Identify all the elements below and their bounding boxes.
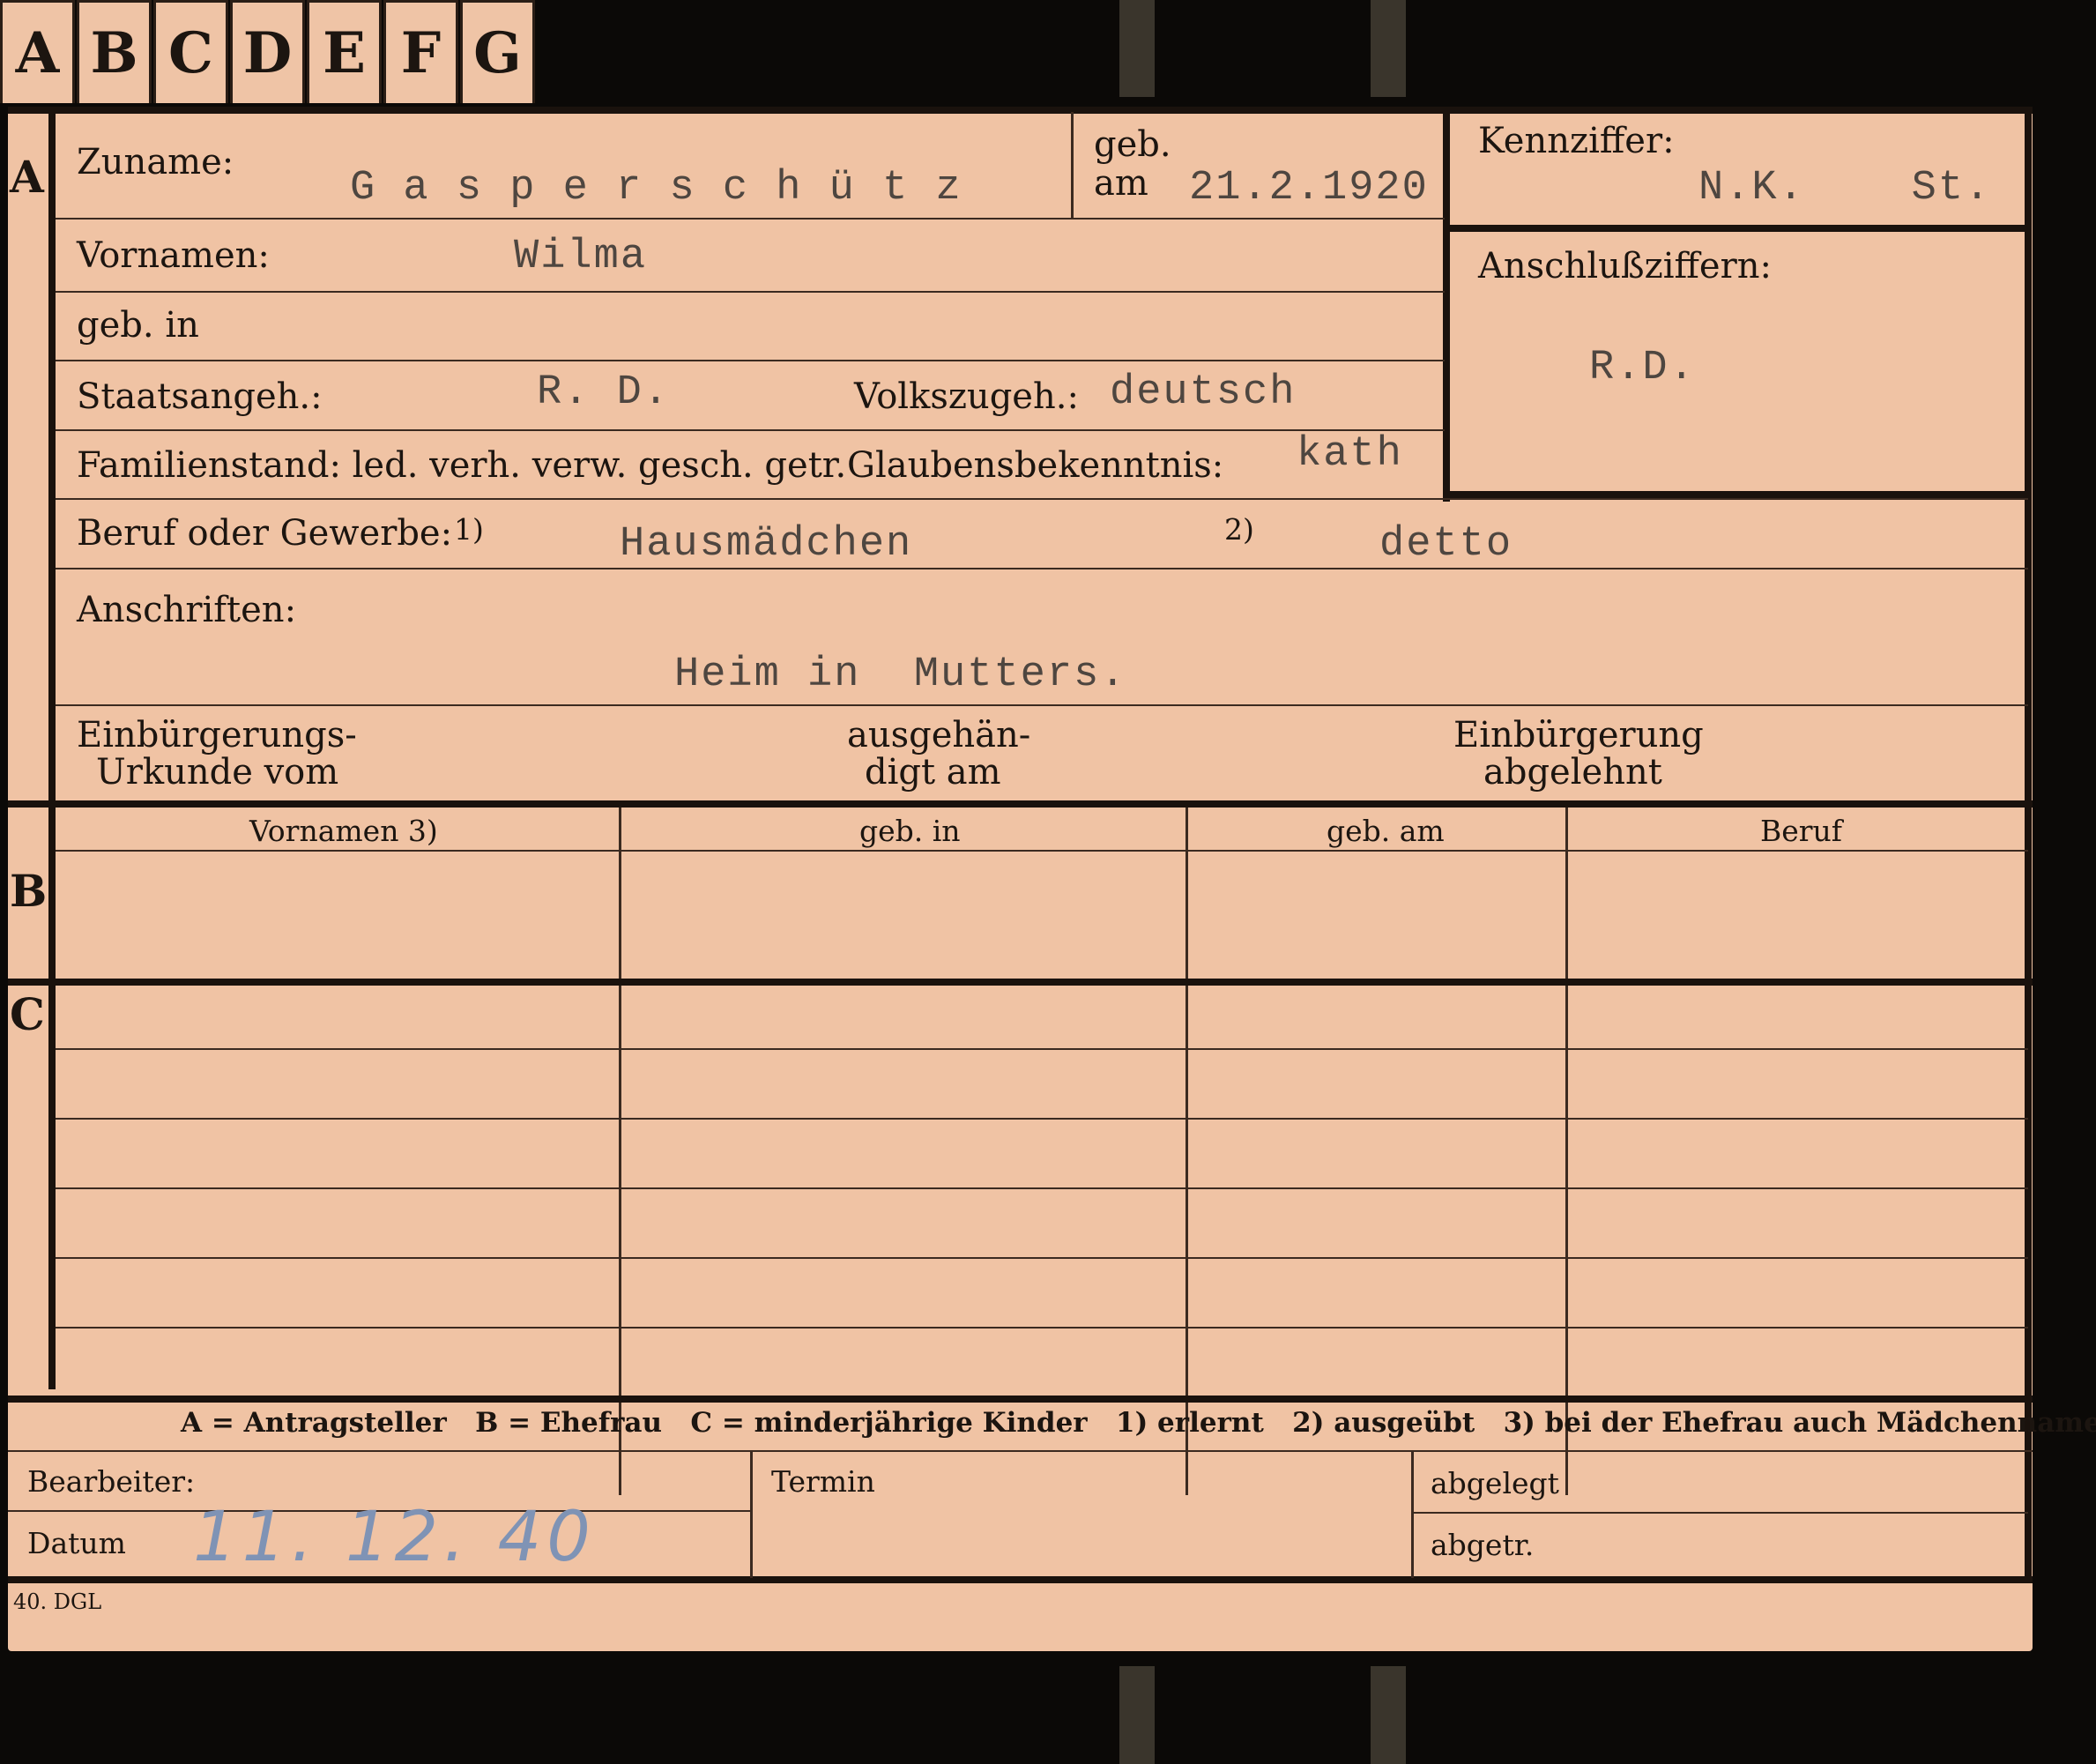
beruf-value-2: detto [1379, 521, 1513, 568]
binder-clip-bottom-2 [1371, 1666, 1406, 1764]
col-header-vornamen: Vornamen 3) [249, 814, 438, 848]
row-line-3 [56, 360, 1445, 361]
left-section-divider [48, 107, 56, 1389]
print-code: 40. DGL [13, 1589, 102, 1614]
kennziffer-bottom [1443, 225, 2028, 232]
section-b-top [8, 800, 2033, 808]
binder-clip-bottom [1119, 1666, 1155, 1764]
zuname-label: Zuname: [77, 142, 234, 182]
tab-d[interactable]: D [230, 0, 305, 103]
row-line-1 [56, 218, 1445, 220]
staatsangehoerigkeit-label: Staatsangeh.: [77, 376, 323, 417]
binder-clip-top [1119, 0, 1155, 97]
kennziffer-divider [1443, 112, 1450, 502]
footer-row-line-right [1411, 1512, 2028, 1514]
tab-f[interactable]: F [383, 0, 458, 103]
anschluss-bottom [1443, 491, 2028, 498]
tab-a[interactable]: A [0, 0, 75, 103]
vornamen-label: Vornamen: [77, 235, 270, 276]
row-line-6 [56, 568, 2028, 569]
ausgehaendigt-label-1: ausgehän- [847, 715, 1031, 755]
familienstand-label: Familienstand: led. verh. verw. gesch. g… [77, 445, 847, 486]
glaubensbekenntnis-label: Glaubensbekenntnis: [847, 445, 1224, 486]
einbuergerung-abgelehnt-label-2: abgelehnt [1483, 752, 1662, 793]
datum-label: Datum [27, 1526, 126, 1560]
card-top-border [8, 107, 2033, 114]
section-c-top [8, 979, 2033, 986]
einbuergerung-abgelehnt-label-1: Einbürgerung [1453, 715, 1704, 755]
einbuergerung-urkunde-label-1: Einbürgerungs- [77, 715, 357, 755]
geb-in-label: geb. in [77, 305, 199, 346]
col-header-geb-in: geb. in [859, 814, 961, 848]
bottom-border [8, 1576, 2033, 1583]
einbuergerung-urkunde-label-2: Urkunde vom [96, 752, 339, 793]
col-divider-2 [1186, 808, 1188, 1495]
geb-am-value: 21.2.1920 [1189, 165, 1429, 212]
header-underline [56, 850, 2028, 852]
beruf-value-1: Hausmädchen [620, 521, 913, 568]
glaubensbekenntnis-value: kath [1297, 431, 1403, 478]
tab-b[interactable]: B [77, 0, 152, 103]
row-line-5 [56, 498, 2028, 500]
kennziffer-value: N.K. St. [1698, 165, 1992, 212]
zuname-value: G a s p e r s c h ü t z [350, 165, 963, 212]
alphabet-tabs: A B C D E F G [0, 0, 537, 107]
c-row-line-2 [56, 1118, 2028, 1120]
right-border [2025, 107, 2032, 1583]
row-line-7 [56, 704, 2028, 706]
section-letter-c: C [10, 988, 45, 1040]
anschluss-label: Anschlußziffern: [1478, 246, 1772, 287]
beruf-label: Beruf oder Gewerbe: [77, 513, 453, 554]
geb-am-label: am [1094, 163, 1148, 204]
tab-g[interactable]: G [460, 0, 535, 103]
volkszugehoerigkeit-value: deutsch [1110, 369, 1297, 416]
staatsangehoerigkeit-value: R. D. [537, 369, 671, 416]
col-header-geb-am: geb. am [1327, 814, 1445, 848]
col-header-beruf: Beruf [1760, 814, 1843, 848]
c-row-line-3 [56, 1187, 2028, 1189]
volkszugehoerigkeit-label: Volkszugeh.: [854, 376, 1079, 417]
footer-divider-2 [1411, 1450, 1414, 1578]
col-divider-3 [1565, 808, 1568, 1495]
anschluss-value: R.D. [1589, 345, 1696, 391]
section-letter-a: A [10, 151, 44, 203]
tab-c[interactable]: C [153, 0, 228, 103]
zuname-geb-divider [1071, 112, 1074, 218]
row-line-2 [56, 291, 1445, 293]
row-line-4 [56, 429, 1445, 431]
footer-divider-1 [750, 1450, 753, 1578]
legend-top [8, 1396, 2033, 1403]
abgelegt-label: abgelegt [1431, 1466, 1559, 1500]
anschriften-value: Heim in Mutters. [674, 651, 1127, 698]
datum-handwritten-value: 11. 12. 40 [193, 1498, 596, 1577]
beruf-footnote-1: 1) [454, 512, 484, 547]
registration-card: A Zuname: G a s p e r s c h ü t z geb. a… [8, 107, 2096, 1651]
beruf-footnote-2: 2) [1224, 512, 1254, 547]
ausgehaendigt-label-2: digt am [865, 752, 1001, 793]
abgetragen-label: abgetr. [1431, 1528, 1535, 1562]
termin-label: Termin [771, 1464, 875, 1499]
bearbeiter-label: Bearbeiter: [27, 1464, 196, 1499]
c-row-line-5 [56, 1327, 2028, 1329]
legend-bottom [8, 1450, 2033, 1452]
anschriften-label: Anschriften: [77, 590, 297, 630]
tab-e[interactable]: E [307, 0, 382, 103]
kennziffer-label: Kennziffer: [1478, 121, 1675, 161]
c-row-line-1 [56, 1048, 2028, 1050]
legend-text: A = Antragsteller B = Ehefrau C = minder… [181, 1407, 2096, 1439]
geb-label: geb. [1094, 124, 1171, 165]
binder-clip-top-2 [1371, 0, 1406, 97]
section-letter-b: B [10, 865, 48, 917]
c-row-line-4 [56, 1257, 2028, 1259]
vornamen-value: Wilma [514, 234, 648, 280]
col-divider-1 [619, 808, 621, 1495]
